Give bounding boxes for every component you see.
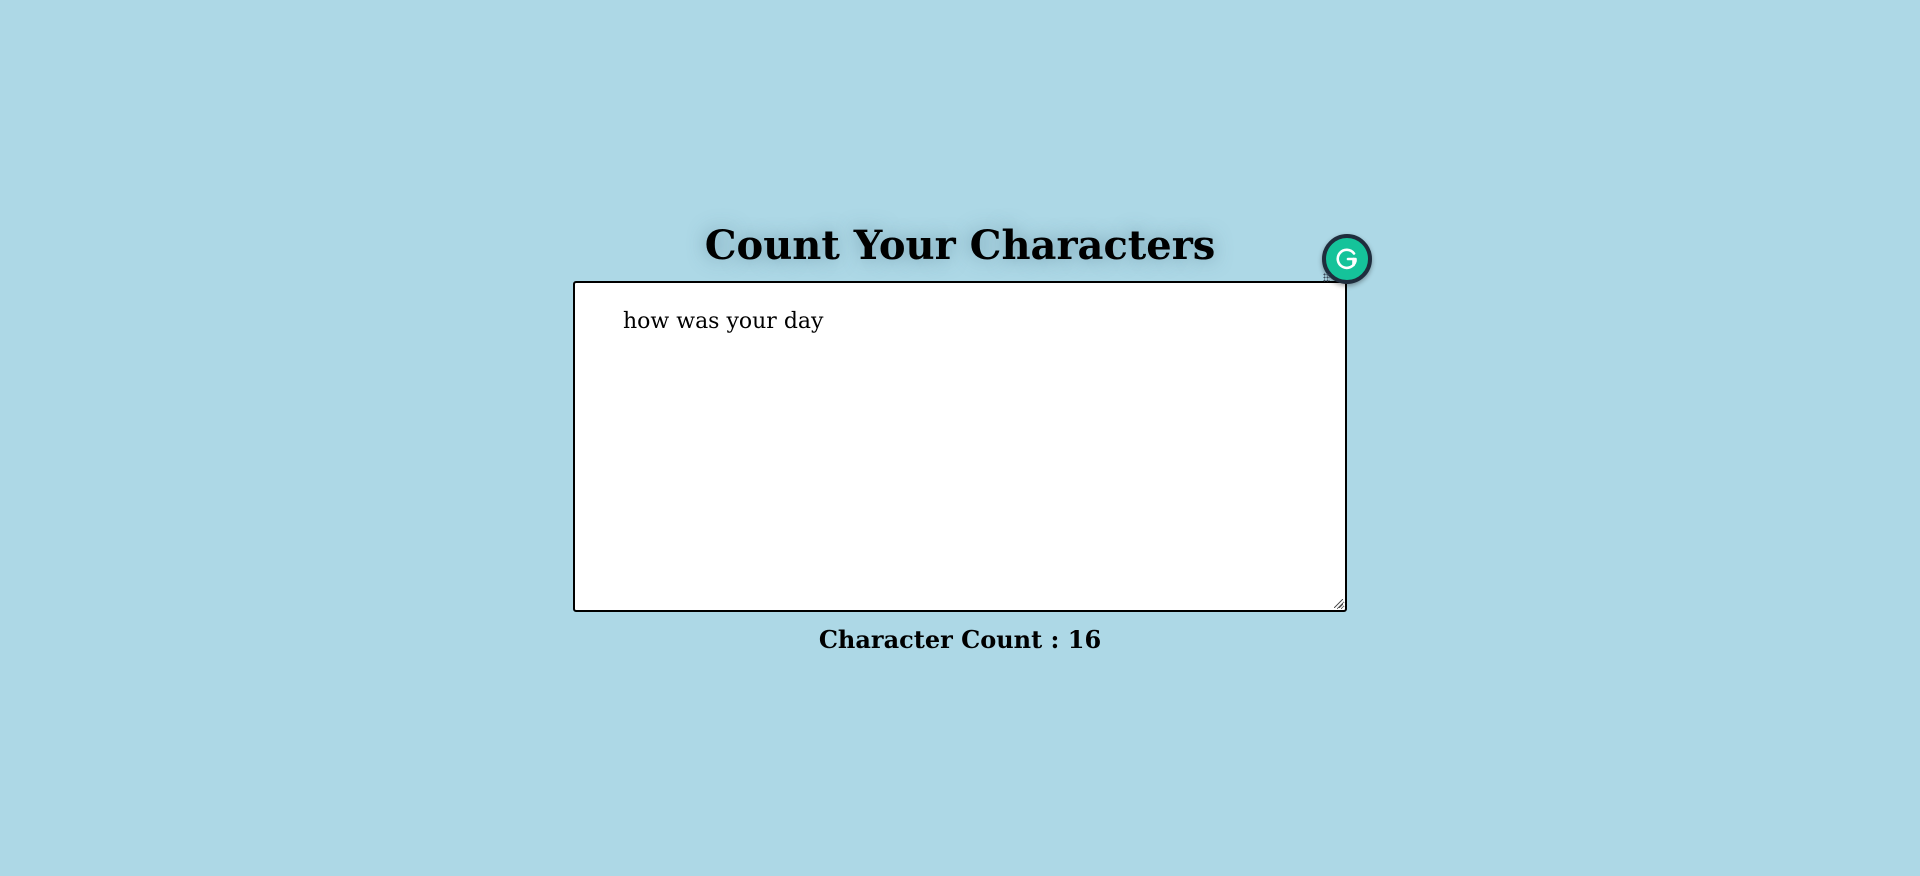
character-count-label: Character Count :: [818, 625, 1068, 654]
character-count-value: 16: [1067, 625, 1102, 654]
grammarly-icon: [1336, 248, 1357, 270]
editor-container: [573, 281, 1347, 612]
page-title: Count Your Characters: [704, 222, 1216, 269]
grammarly-drag-handle-icon[interactable]: [1323, 273, 1330, 282]
character-count: Character Count : 16: [0, 624, 1920, 656]
character-input-textarea[interactable]: [573, 281, 1347, 612]
